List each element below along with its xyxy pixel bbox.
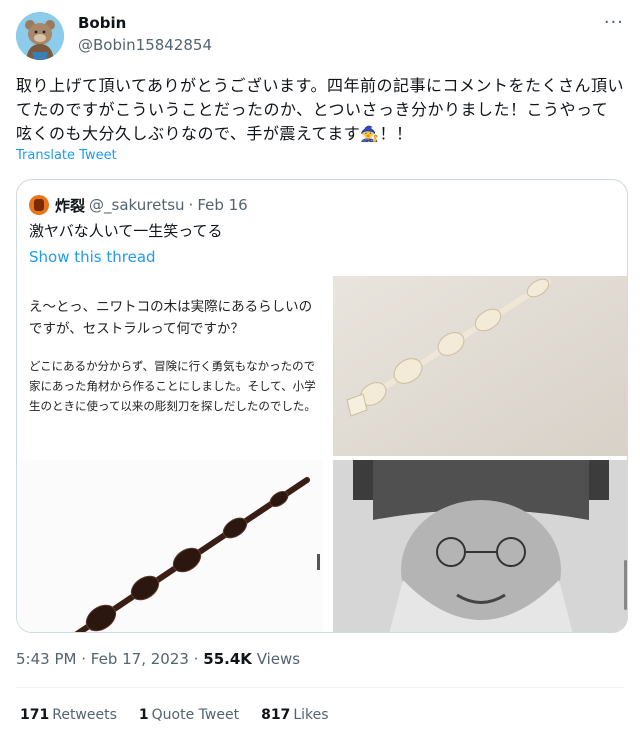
- tweet-header: Bobin @Bobin15842854 ···: [16, 10, 624, 62]
- quoted-tweet[interactable]: 炸裂 @_sakuretsu · Feb 16 激ヤバな人いて一生笑ってる Sh…: [16, 179, 628, 633]
- retweets-label: Retweets: [52, 707, 117, 723]
- engagement-stats: 171 Retweets 1 Quote Tweet 817 Likes: [20, 707, 351, 723]
- quote-author-handle: @_sakuretsu: [89, 196, 185, 214]
- retweets-count: 171: [20, 707, 50, 723]
- media-dark-wand-image[interactable]: [17, 460, 323, 632]
- quote-header: 炸裂 @_sakuretsu · Feb 16: [29, 194, 252, 216]
- quote-separator: ·: [188, 196, 194, 214]
- author-handle[interactable]: @Bobin15842854: [78, 36, 212, 54]
- tweet-body: 取り上げて頂いてありがとうございます。四年前の記事にコメントをたくさん頂いてたの…: [16, 76, 624, 143]
- tweet-meta: 5:43 PM · Feb 17, 2023 · 55.4K Views: [16, 650, 300, 668]
- dark-wand-icon: [17, 460, 323, 632]
- page-scrollbar[interactable]: [624, 560, 627, 610]
- image-text-body: どこにあるか分からず、冒険に行く勇気もなかったので家にあった角材から作ることにし…: [29, 359, 316, 413]
- meta-separator: ·: [81, 650, 87, 668]
- ellipsis-icon[interactable]: ···: [604, 12, 624, 33]
- quote-author-name: 炸裂: [55, 196, 86, 215]
- tweet-time[interactable]: 5:43 PM: [16, 650, 76, 668]
- old-man-portrait-icon: [333, 460, 627, 632]
- bear-avatar-icon: [16, 12, 64, 60]
- author-name[interactable]: Bobin: [78, 14, 126, 32]
- image-text-title: え〜とっ、ニワトコの木は実際にあるらしいのですが、セストラルって何ですか？: [29, 299, 313, 337]
- avatar[interactable]: [16, 12, 64, 60]
- likes-stat[interactable]: 817 Likes: [261, 707, 328, 723]
- translate-tweet-link[interactable]: Translate Tweet: [16, 148, 117, 163]
- media-portrait-image[interactable]: [333, 460, 627, 632]
- quote-text: 激ヤバな人いて一生笑ってる: [29, 222, 223, 240]
- tweet-date[interactable]: Feb 17, 2023: [91, 650, 189, 668]
- divider: [16, 687, 624, 688]
- media-grid: え〜とっ、ニワトコの木は実際にあるらしいのですが、セストラルって何ですか？ どこ…: [17, 276, 627, 632]
- likes-count: 817: [261, 707, 291, 723]
- meta-separator-2: ·: [193, 650, 199, 668]
- views-count: 55.4K: [203, 650, 252, 668]
- quotes-count: 1: [138, 707, 149, 723]
- quotes-stat[interactable]: 1 Quote Tweet: [139, 707, 239, 723]
- white-wand-icon: [333, 276, 627, 456]
- views-label: Views: [256, 650, 301, 668]
- quotes-label: Quote Tweet: [151, 707, 240, 723]
- media-text-image[interactable]: え〜とっ、ニワトコの木は実際にあるらしいのですが、セストラルって何ですか？ どこ…: [17, 276, 323, 456]
- show-thread-link[interactable]: Show this thread: [29, 248, 156, 266]
- quote-date: Feb 16: [197, 196, 248, 214]
- image-scrollbar[interactable]: [317, 554, 320, 570]
- quote-avatar[interactable]: [29, 195, 49, 215]
- wizard-emoji-icon: 🧙: [360, 125, 380, 143]
- tweet-tail: ！！: [379, 124, 413, 143]
- retweets-stat[interactable]: 171 Retweets: [20, 707, 117, 723]
- likes-label: Likes: [293, 707, 329, 723]
- tweet-text: 取り上げて頂いてありがとうございます。四年前の記事にコメントをたくさん頂いてたの…: [16, 74, 624, 146]
- media-white-wand-image[interactable]: [333, 276, 627, 456]
